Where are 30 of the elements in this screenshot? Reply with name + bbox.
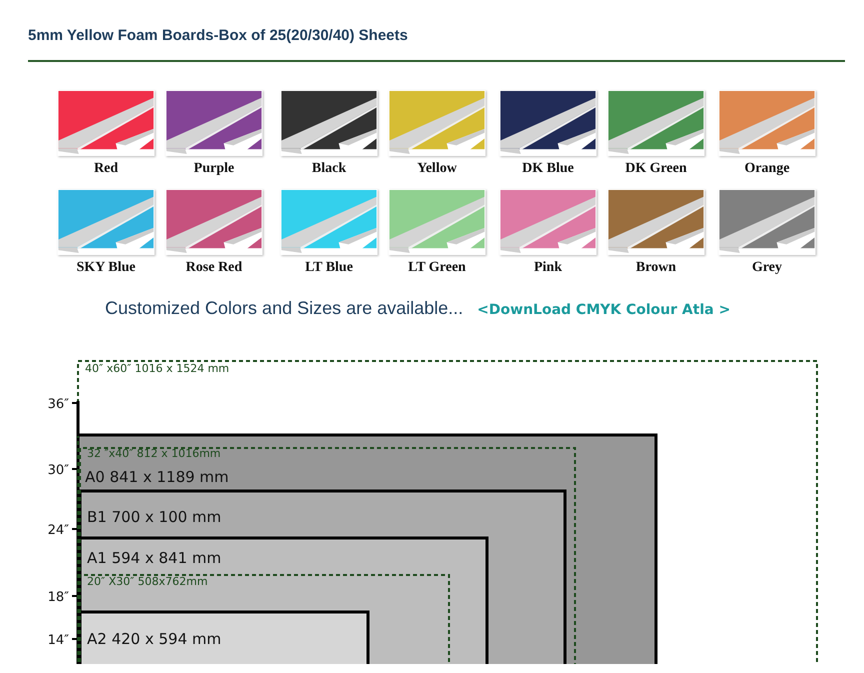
- swatch-label: Rose Red: [184, 260, 244, 277]
- swatch-label: DK Blue: [521, 161, 575, 178]
- notice-text: Customized Colors and Sizes are available...: [105, 298, 464, 319]
- tick-label: 36″: [48, 397, 69, 412]
- swatch-label: LT Green: [407, 260, 467, 277]
- swatch-label: Purple: [192, 161, 236, 178]
- tick-mark: [72, 402, 77, 404]
- swatch-label: SKY Blue: [76, 260, 136, 277]
- swatch-label: Orange: [743, 161, 791, 178]
- tick-label: 18″: [48, 590, 69, 605]
- size-label: B1 700 x 100 mm: [87, 508, 222, 526]
- swatch-label: Yellow: [416, 161, 458, 178]
- tick-label: 30″: [48, 463, 69, 478]
- download-link[interactable]: <DownLoad CMYK Colour Atla >: [477, 302, 730, 318]
- swatch-label: LT Blue: [304, 260, 354, 277]
- size-label: 32 ″x40″ 812 x 1016mm: [87, 447, 221, 460]
- swatch-label: Brown: [634, 260, 678, 277]
- size-label: 40″ x60″ 1016 x 1524 mm: [85, 362, 230, 375]
- size-label: A1 594 x 841 mm: [87, 549, 222, 567]
- size-label: A2 420 x 594 mm: [87, 630, 222, 648]
- size-label: A0 841 x 1189 mm: [85, 468, 229, 486]
- tick-label: 14″: [48, 633, 69, 648]
- tick-label: 24″: [48, 523, 69, 538]
- size-label: 20″ X30″ 508x762mm: [87, 575, 208, 588]
- swatch-label: Black: [310, 161, 348, 178]
- swatch-label: Grey: [750, 260, 784, 277]
- swatch-label: Pink: [532, 260, 563, 277]
- swatch-label: DK Green: [624, 161, 688, 178]
- swatch-label: Red: [92, 161, 120, 178]
- page-title: 5mm Yellow Foam Boards-Box of 25(20/30/40) Sheets: [27, 26, 409, 46]
